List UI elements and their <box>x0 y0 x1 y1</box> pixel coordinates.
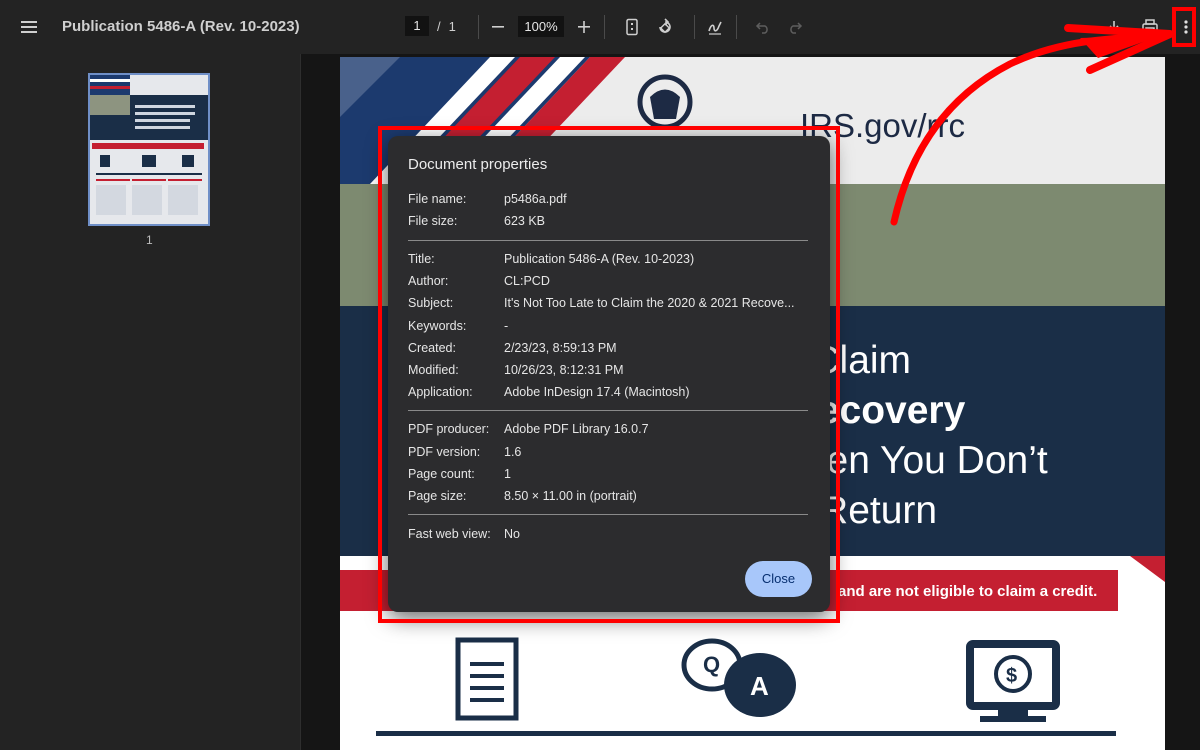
page-thumbnail[interactable] <box>88 73 210 226</box>
zoom-in-button[interactable] <box>572 15 596 39</box>
current-page-input[interactable]: 1 <box>405 16 429 36</box>
svg-text:A: A <box>750 671 769 701</box>
page-rule <box>376 731 1116 736</box>
eligibility-banner-text: and are not eligible to claim a credit. <box>838 583 1098 600</box>
toolbar-divider <box>604 15 605 39</box>
thumbnail-page-number: 1 <box>146 233 153 247</box>
svg-text:Q: Q <box>703 652 720 677</box>
toolbar-divider <box>694 15 695 39</box>
page-separator: / <box>437 18 441 34</box>
total-pages: 1 <box>448 18 456 34</box>
dialog-highlight-box <box>378 126 840 623</box>
redo-icon[interactable] <box>783 15 807 39</box>
annotation-arrow-icon <box>890 24 1174 226</box>
page-indicator: 1 / 1 <box>405 16 456 36</box>
svg-text:$: $ <box>1006 665 1017 687</box>
undo-icon[interactable] <box>751 15 775 39</box>
annotate-icon[interactable] <box>703 15 727 39</box>
document-title: Publication 5486-A (Rev. 10-2023) <box>62 18 300 35</box>
zoom-out-button[interactable] <box>486 15 510 39</box>
thumbnail-sidebar: 1 <box>0 54 301 750</box>
rotate-icon[interactable] <box>653 15 677 39</box>
menu-icon[interactable] <box>18 16 42 38</box>
toolbar-divider <box>736 15 737 39</box>
toolbar-divider <box>478 15 479 39</box>
zoom-level-input[interactable]: 100% <box>518 16 564 37</box>
fit-page-icon[interactable] <box>620 15 644 39</box>
